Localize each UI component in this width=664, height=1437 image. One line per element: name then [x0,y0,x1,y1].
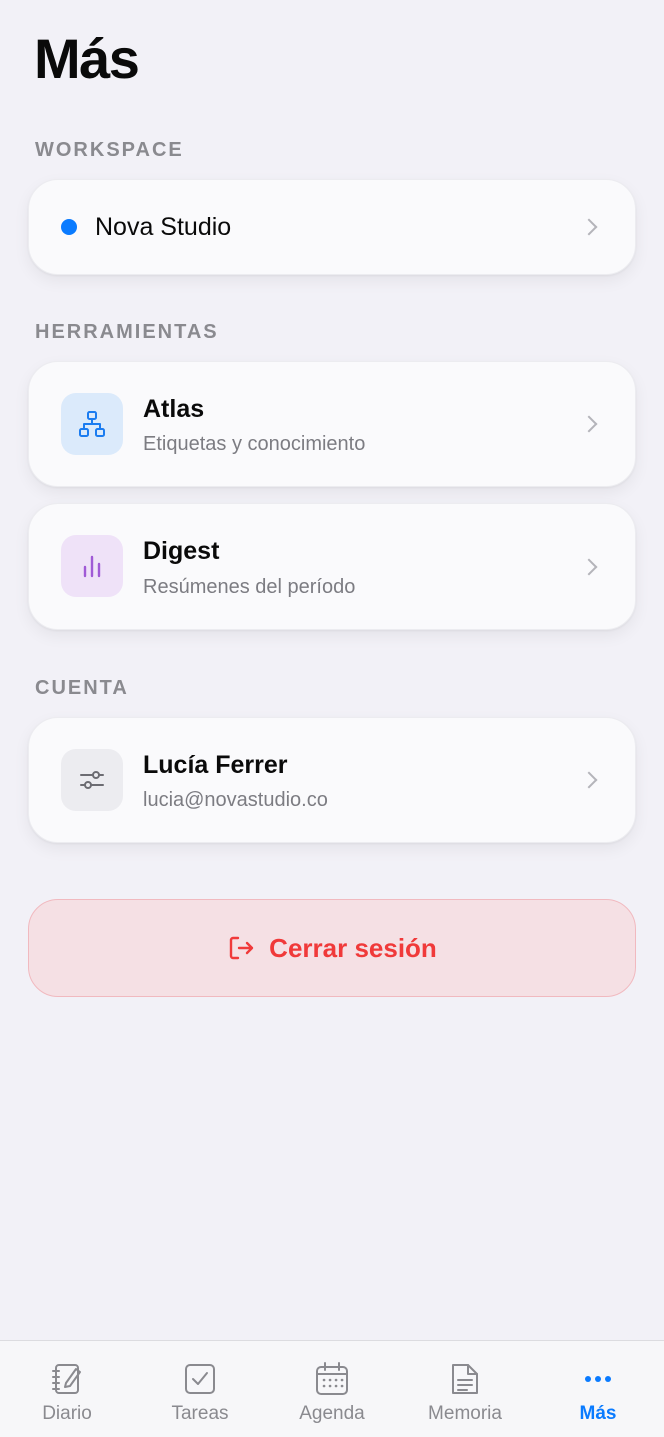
sliders-icon [61,749,123,811]
account-email: lucia@novastudio.co [143,789,328,811]
section-label-workspace: WORKSPACE [35,139,184,161]
tab-mas[interactable]: Más [532,1341,664,1437]
account-name: Lucía Ferrer [143,751,288,779]
tool-title: Digest [143,537,220,565]
tool-subtitle: Resúmenes del período [143,576,356,598]
chevron-right-icon [580,771,598,789]
tool-item-atlas[interactable]: Atlas Etiquetas y conocimiento [28,361,636,487]
tab-label: Diario [42,1403,92,1424]
calendar-icon [316,1362,348,1395]
checkbox-icon [185,1364,215,1394]
chevron-right-icon [580,218,598,236]
more-icon [585,1376,611,1382]
section-label-tools: HERRAMIENTAS [35,321,219,343]
tab-label: Agenda [299,1403,365,1424]
logout-label: Cerrar sesión [269,932,437,963]
hierarchy-icon [61,393,123,455]
logout-button[interactable]: Cerrar sesión [28,899,636,997]
tab-diario[interactable]: Diario [1,1341,133,1437]
page-title: Más [34,27,140,90]
chevron-right-icon [580,415,598,433]
account-card[interactable]: Lucía Ferrer lucia@novastudio.co [28,717,636,843]
document-icon [452,1364,478,1394]
logout-icon [229,936,254,960]
bar-chart-icon [61,535,123,597]
tool-item-digest[interactable]: Digest Resúmenes del período [28,503,636,630]
tab-label: Memoria [428,1403,502,1424]
workspace-status-dot [61,219,77,235]
tab-memoria[interactable]: Memoria [399,1341,531,1437]
tab-tareas[interactable]: Tareas [134,1341,266,1437]
tool-title: Atlas [143,395,205,423]
workspace-name: Nova Studio [95,213,232,241]
more-screen: Más WORKSPACE Nova Studio HERRAMIENTAS A… [0,0,664,1437]
tab-label: Más [579,1403,617,1424]
tab-label: Tareas [171,1403,229,1424]
journal-icon [52,1364,81,1394]
section-label-account: CUENTA [35,677,129,699]
tab-bar: Diario Tareas Agenda Memoria Más [0,1340,664,1437]
tool-subtitle: Etiquetas y conocimiento [143,433,366,455]
chevron-right-icon [580,558,598,575]
workspace-card[interactable]: Nova Studio [28,179,636,275]
tab-agenda[interactable]: Agenda [266,1341,398,1437]
